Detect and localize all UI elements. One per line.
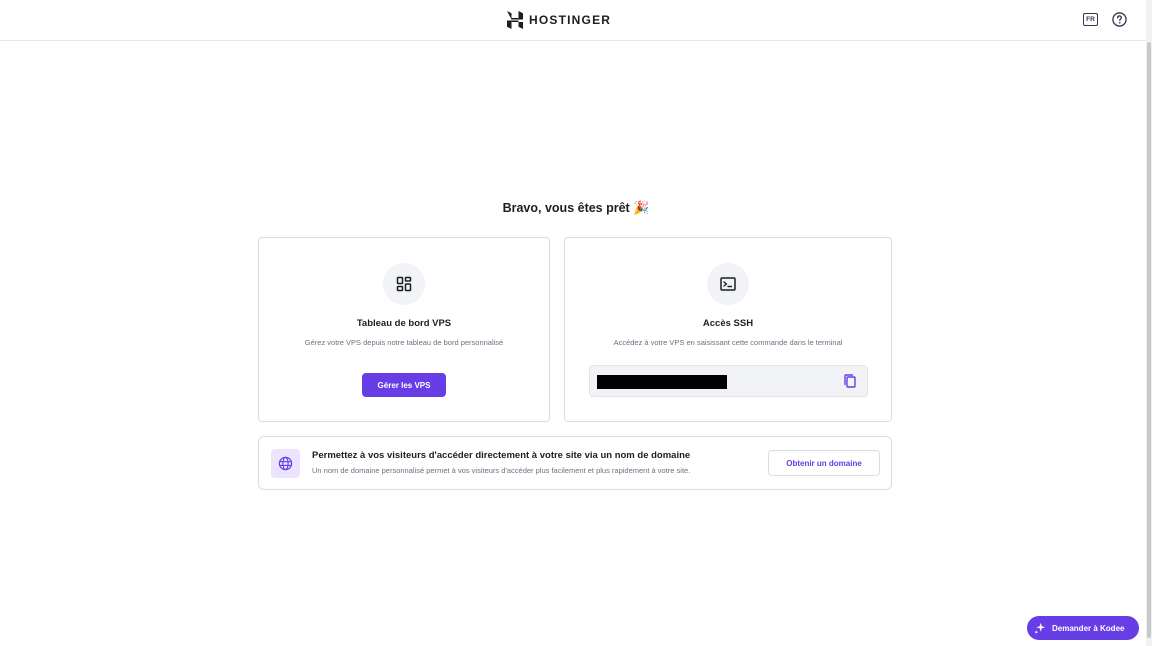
terminal-icon-circle	[707, 263, 749, 305]
top-header: HOSTINGER FR	[0, 0, 1146, 41]
ssh-command-redacted	[597, 375, 727, 389]
brand-name: HOSTINGER	[529, 13, 612, 27]
ssh-access-card: Accès SSH Accédez à votre VPS en saisiss…	[564, 237, 892, 422]
get-domain-button[interactable]: Obtenir un domaine	[768, 450, 880, 476]
ssh-command-field[interactable]	[589, 365, 868, 397]
dashboard-icon-circle	[383, 263, 425, 305]
scrollbar-thumb[interactable]	[1147, 42, 1151, 638]
domain-banner: Permettez à vos visiteurs d'accéder dire…	[258, 436, 892, 490]
ask-kodee-label: Demander à Kodee	[1052, 623, 1125, 633]
vps-card-description: Gérez votre VPS depuis notre tableau de …	[304, 338, 504, 347]
ask-kodee-button[interactable]: Demander à Kodee	[1027, 616, 1139, 640]
domain-banner-title: Permettez à vos visiteurs d'accéder dire…	[312, 450, 691, 461]
ssh-card-description: Accédez à votre VPS en saisissant cette …	[613, 338, 843, 347]
hostinger-logo-icon	[507, 11, 523, 29]
dashboard-icon	[396, 276, 412, 292]
page: HOSTINGER FR Bravo, vous êtes prêt 🎉 Tab…	[0, 0, 1152, 646]
page-heading: Bravo, vous êtes prêt 🎉	[0, 200, 1152, 216]
party-emoji: 🎉	[633, 200, 650, 215]
heading-text: Bravo, vous êtes prêt	[502, 201, 630, 215]
globe-icon	[278, 456, 293, 471]
copy-icon[interactable]	[842, 373, 858, 389]
vps-card-title: Tableau de bord VPS	[356, 318, 452, 329]
language-selector[interactable]: FR	[1083, 13, 1098, 26]
hostinger-logo[interactable]: HOSTINGER	[507, 11, 611, 29]
ssh-card-title: Accès SSH	[702, 318, 754, 329]
terminal-icon	[720, 277, 736, 291]
domain-banner-description: Un nom de domaine personnalisé permet à …	[312, 466, 691, 475]
sparkle-icon	[1034, 622, 1046, 634]
manage-vps-button[interactable]: Gérer les VPS	[362, 373, 446, 397]
vps-dashboard-card: Tableau de bord VPS Gérez votre VPS depu…	[258, 237, 550, 422]
globe-icon-box	[271, 449, 300, 478]
help-icon[interactable]	[1112, 12, 1127, 27]
